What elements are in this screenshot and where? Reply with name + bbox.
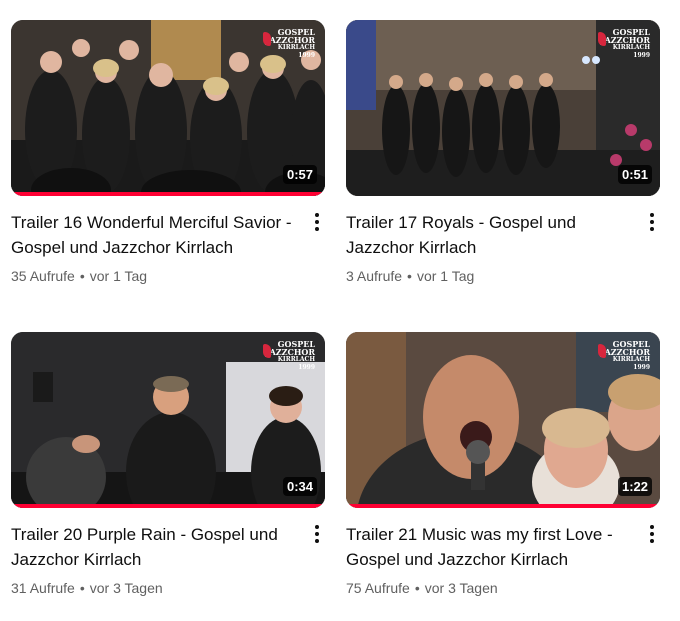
video-card[interactable]: GOSPEL JAZZCHOR KIRRLACH 1999 0:34 Trailer… <box>11 332 329 596</box>
view-count: 3 Aufrufe <box>346 268 403 284</box>
video-card[interactable]: GOSPEL JAZZCHOR KIRRLACH 1999 1:22 Trailer… <box>346 332 664 596</box>
video-title[interactable]: Trailer 17 Royals - Gospel und Jazzchor … <box>346 210 632 260</box>
upload-age: vor 3 Tagen <box>424 580 498 596</box>
channel-logo-watermark: GOSPEL JAZZCHOR KIRRLACH 1999 <box>598 340 650 374</box>
video-meta: Trailer 17 Royals - Gospel und Jazzchor … <box>346 210 664 284</box>
video-title[interactable]: Trailer 20 Purple Rain - Gospel und Jazz… <box>11 522 297 572</box>
watch-progress-bar <box>346 504 660 508</box>
video-meta: Trailer 21 Music was my first Love - Gos… <box>346 522 664 596</box>
separator-dot: • <box>79 580 85 596</box>
more-actions-icon[interactable] <box>305 210 329 234</box>
channel-logo-watermark: GOSPEL JAZZCHOR KIRRLACH 1999 <box>263 340 315 374</box>
separator-dot: • <box>414 580 420 596</box>
video-stats: 31 Aufrufe • vor 3 Tagen <box>11 580 297 596</box>
video-grid: GOSPEL JAZZCHOR KIRRLACH 1999 0:57 Trailer… <box>0 0 680 621</box>
more-actions-icon[interactable] <box>640 210 664 234</box>
duration-badge: 0:51 <box>617 165 652 184</box>
separator-dot: • <box>79 268 85 284</box>
separator-dot: • <box>407 268 412 284</box>
duration-badge: 0:34 <box>282 477 317 496</box>
video-stats: 75 Aufrufe • vor 3 Tagen <box>346 580 632 596</box>
video-stats: 3 Aufrufe • vor 1 Tag <box>346 268 632 284</box>
duration-badge: 0:57 <box>282 165 317 184</box>
more-actions-icon[interactable] <box>640 522 664 546</box>
video-meta: Trailer 16 Wonderful Merciful Savior - G… <box>11 210 329 284</box>
view-count: 75 Aufrufe <box>346 580 410 596</box>
video-meta: Trailer 20 Purple Rain - Gospel und Jazz… <box>11 522 329 596</box>
channel-logo-watermark: GOSPEL JAZZCHOR KIRRLACH 1999 <box>263 28 315 62</box>
video-thumbnail[interactable]: GOSPEL JAZZCHOR KIRRLACH 1999 1:22 <box>346 332 660 508</box>
video-title[interactable]: Trailer 21 Music was my first Love - Gos… <box>346 522 632 572</box>
upload-age: vor 1 Tag <box>416 268 475 284</box>
more-actions-icon[interactable] <box>305 522 329 546</box>
upload-age: vor 3 Tagen <box>89 580 163 596</box>
watch-progress-bar <box>11 192 325 196</box>
watch-progress-bar <box>11 504 325 508</box>
video-thumbnail[interactable]: GOSPEL JAZZCHOR KIRRLACH 1999 0:57 <box>11 20 325 196</box>
video-thumbnail[interactable]: GOSPEL JAZZCHOR KIRRLACH 1999 0:51 <box>346 20 660 196</box>
channel-logo-watermark: GOSPEL JAZZCHOR KIRRLACH 1999 <box>598 28 650 62</box>
video-stats: 35 Aufrufe • vor 1 Tag <box>11 268 297 284</box>
duration-badge: 1:22 <box>617 477 652 496</box>
video-card[interactable]: GOSPEL JAZZCHOR KIRRLACH 1999 0:51 Trailer… <box>346 20 664 284</box>
video-card[interactable]: GOSPEL JAZZCHOR KIRRLACH 1999 0:57 Trailer… <box>11 20 329 284</box>
video-thumbnail[interactable]: GOSPEL JAZZCHOR KIRRLACH 1999 0:34 <box>11 332 325 508</box>
view-count: 35 Aufrufe <box>11 268 75 284</box>
upload-age: vor 1 Tag <box>89 268 148 284</box>
view-count: 31 Aufrufe <box>11 580 75 596</box>
video-title[interactable]: Trailer 16 Wonderful Merciful Savior - G… <box>11 210 297 260</box>
